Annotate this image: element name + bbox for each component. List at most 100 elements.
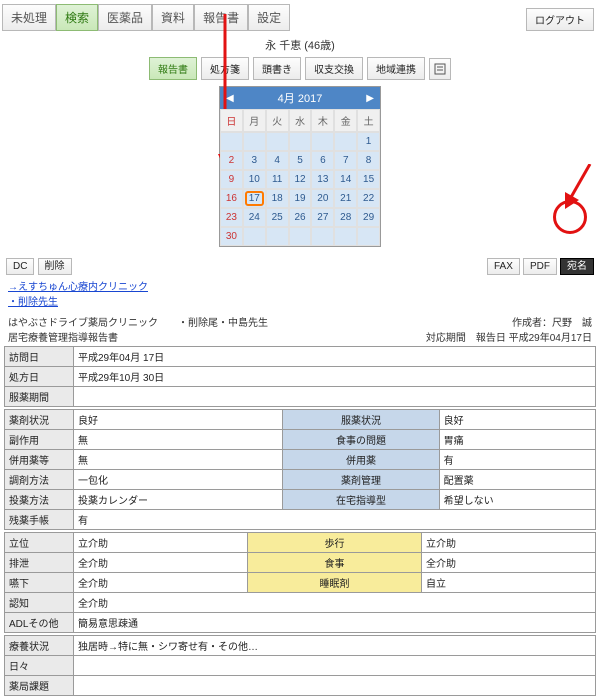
cell-v: 有 xyxy=(74,510,596,530)
doc-period: 対応期間 報告日 平成29年04月17日 xyxy=(426,329,592,344)
tab-report[interactable]: 報告書 xyxy=(194,4,248,31)
cal-day[interactable] xyxy=(311,227,334,246)
cal-prev-icon[interactable]: ◀ xyxy=(226,93,234,104)
tab-settings[interactable]: 設定 xyxy=(248,4,290,31)
table-dates: 訪問日平成29年04月 17日 処方日平成29年10月 30日 服薬期間 xyxy=(4,346,596,407)
cal-day[interactable]: 14 xyxy=(334,170,357,189)
cal-day[interactable]: 1 xyxy=(357,132,380,151)
subbtn-region[interactable]: 地域連携 xyxy=(367,57,425,80)
cell-v: 簡易意思疎通 xyxy=(74,613,596,633)
subbtn-exchange[interactable]: 収支交換 xyxy=(305,57,363,80)
cal-day[interactable]: 2 xyxy=(220,151,243,170)
cal-dow: 木 xyxy=(311,109,334,132)
subbtn-prescription[interactable]: 処方箋 xyxy=(201,57,249,80)
cal-day[interactable]: 26 xyxy=(289,208,312,227)
subbtn-extra-icon[interactable] xyxy=(429,58,451,80)
cal-day[interactable] xyxy=(266,227,289,246)
cell-h: 日々 xyxy=(5,656,74,676)
cal-day[interactable]: 15 xyxy=(357,170,380,189)
cal-day[interactable] xyxy=(334,132,357,151)
cell-h: 立位 xyxy=(5,533,74,553)
cell-ch: 併用薬 xyxy=(283,450,439,470)
cal-day[interactable]: 3 xyxy=(243,151,266,170)
cell-h: 排泄 xyxy=(5,553,74,573)
tab-medicine[interactable]: 医薬品 xyxy=(98,4,152,31)
cal-day[interactable]: 29 xyxy=(357,208,380,227)
cal-day[interactable]: 16 xyxy=(220,189,243,208)
cal-day[interactable]: 10 xyxy=(243,170,266,189)
fax-button[interactable]: FAX xyxy=(487,258,520,275)
cal-day[interactable]: 19 xyxy=(289,189,312,208)
cell-ch: 在宅指導型 xyxy=(283,490,439,510)
cell-ch: 食事 xyxy=(248,553,422,573)
cal-day-selected[interactable]: 17 xyxy=(243,189,266,208)
cal-day[interactable]: 4 xyxy=(266,151,289,170)
document-icon xyxy=(434,63,446,75)
cell-v: 平成29年04月 17日 xyxy=(74,347,596,367)
cal-day[interactable]: 18 xyxy=(266,189,289,208)
cell-v: 全介助 xyxy=(74,593,596,613)
cal-day[interactable]: 9 xyxy=(220,170,243,189)
link-clinic[interactable]: →えすちゅん心療内クリニック xyxy=(8,282,148,293)
cal-day[interactable]: 27 xyxy=(311,208,334,227)
cal-day[interactable]: 8 xyxy=(357,151,380,170)
cal-day[interactable]: 6 xyxy=(311,151,334,170)
cell-h: 嚥下 xyxy=(5,573,74,593)
cell-v: 無 xyxy=(74,430,283,450)
cal-day[interactable] xyxy=(266,132,289,151)
cal-day[interactable] xyxy=(289,227,312,246)
cal-day[interactable]: 7 xyxy=(334,151,357,170)
cal-day[interactable]: 30 xyxy=(220,227,243,246)
cal-day[interactable] xyxy=(243,132,266,151)
cal-day[interactable] xyxy=(220,132,243,151)
cal-day[interactable] xyxy=(311,132,334,151)
cal-day[interactable] xyxy=(357,227,380,246)
cell-ch: 食事の問題 xyxy=(283,430,439,450)
cal-day[interactable]: 12 xyxy=(289,170,312,189)
tab-search[interactable]: 検索 xyxy=(56,4,98,31)
cal-day[interactable]: 24 xyxy=(243,208,266,227)
delete-button[interactable]: 削除 xyxy=(38,258,72,275)
cell-h: 認知 xyxy=(5,593,74,613)
cell-cv: 胃痛 xyxy=(439,430,595,450)
cell-h: 併用薬等 xyxy=(5,450,74,470)
cal-day[interactable]: 23 xyxy=(220,208,243,227)
atena-button[interactable]: 宛名 xyxy=(560,258,594,275)
cal-day[interactable]: 25 xyxy=(266,208,289,227)
logout-button[interactable]: ログアウト xyxy=(526,8,594,31)
cell-cv: 立介助 xyxy=(422,533,596,553)
dc-button[interactable]: DC xyxy=(6,258,34,275)
cal-next-icon[interactable]: ▶ xyxy=(366,93,374,104)
cal-dow: 月 xyxy=(243,109,266,132)
tab-unprocessed[interactable]: 未処理 xyxy=(2,4,56,31)
cell-v: 一包化 xyxy=(74,470,283,490)
cal-day[interactable]: 13 xyxy=(311,170,334,189)
cal-day[interactable]: 5 xyxy=(289,151,312,170)
cell-v: 投薬カレンダー xyxy=(74,490,283,510)
cal-day[interactable]: 28 xyxy=(334,208,357,227)
tab-docs[interactable]: 資料 xyxy=(152,4,194,31)
doc-title: 居宅療養管理指導報告書 xyxy=(8,329,268,344)
cell-ch: 薬剤管理 xyxy=(283,470,439,490)
cell-v xyxy=(74,387,596,407)
sub-toolbar: 報告書 処方箋 頭書き 収支交換 地域連携 xyxy=(0,57,600,80)
main-tabs: 未処理 検索 医薬品 資料 報告書 設定 xyxy=(2,4,600,31)
cal-day[interactable]: 11 xyxy=(266,170,289,189)
cell-cv: 配置薬 xyxy=(439,470,595,490)
subbtn-report[interactable]: 報告書 xyxy=(149,57,197,80)
subbtn-header[interactable]: 頭書き xyxy=(253,57,301,80)
cell-v: 立介助 xyxy=(74,533,248,553)
cal-day[interactable] xyxy=(289,132,312,151)
cal-day[interactable] xyxy=(334,227,357,246)
cal-day[interactable]: 20 xyxy=(311,189,334,208)
cal-day[interactable] xyxy=(243,227,266,246)
cell-v xyxy=(74,676,596,696)
cal-day[interactable]: 22 xyxy=(357,189,380,208)
link-doctor[interactable]: ・削除先生 xyxy=(8,297,58,308)
cell-v: 平成29年10月 30日 xyxy=(74,367,596,387)
table-adl: 立位立介助歩行立介助 排泄全介助食事全介助 嚥下全介助睡眠剤自立 認知全介助 A… xyxy=(4,532,596,633)
cell-h: 療養状況 xyxy=(5,636,74,656)
table-medication: 薬剤状況良好服薬状況良好 副作用無食事の問題胃痛 併用薬等無併用薬有 調剤方法一… xyxy=(4,409,596,530)
pdf-button[interactable]: PDF xyxy=(523,258,557,275)
cal-day[interactable]: 21 xyxy=(334,189,357,208)
